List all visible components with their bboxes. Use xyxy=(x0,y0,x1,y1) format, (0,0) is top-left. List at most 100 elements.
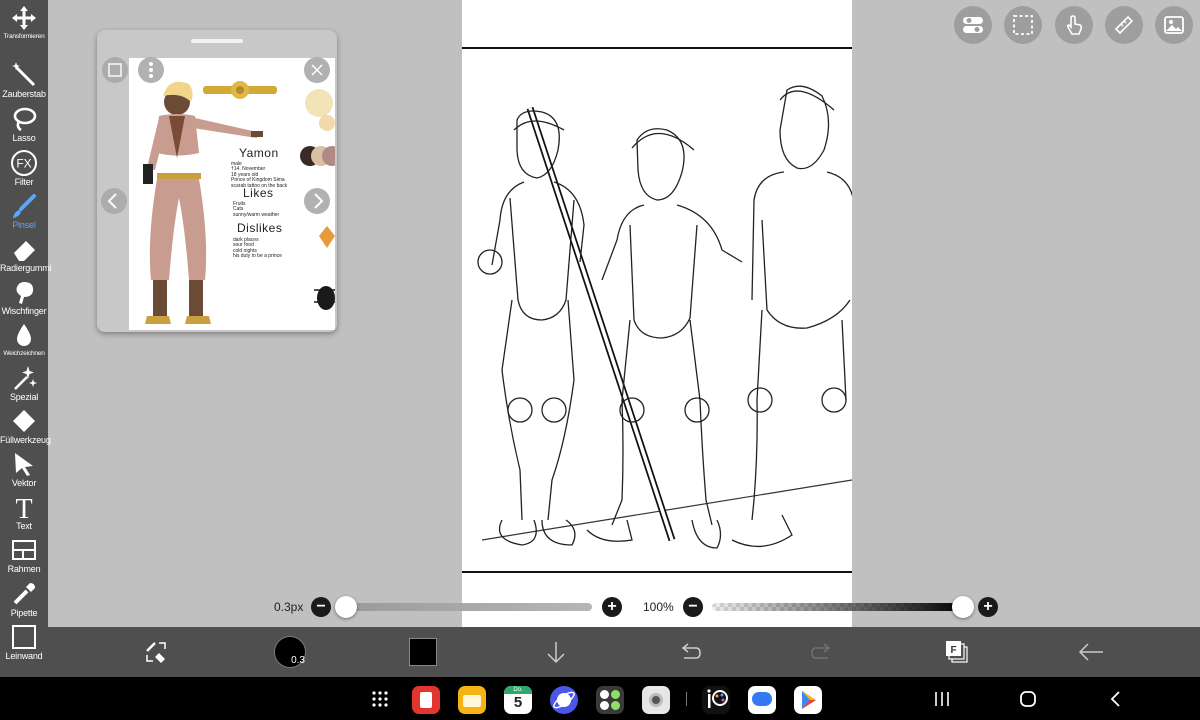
tool-vector[interactable]: Vektor xyxy=(0,446,48,489)
opacity-slider[interactable] xyxy=(712,603,966,611)
undo-button[interactable] xyxy=(664,627,714,677)
brush-settings-button[interactable]: 0.3 xyxy=(265,627,315,677)
recents-icon xyxy=(935,691,949,706)
dock-divider xyxy=(686,692,687,706)
tool-text[interactable]: T Text xyxy=(0,489,48,532)
app-drawer-button[interactable] xyxy=(358,677,402,720)
files-app-icon[interactable] xyxy=(458,686,486,714)
tool-frame[interactable]: Rahmen xyxy=(0,532,48,575)
ref-menu-button[interactable] xyxy=(138,57,164,83)
arrow-left-icon xyxy=(1078,643,1103,661)
drawing-canvas[interactable] xyxy=(462,0,852,627)
browser-app-icon[interactable] xyxy=(550,686,578,714)
play-store-app-icon[interactable] xyxy=(794,686,822,714)
tool-special[interactable]: Spezial xyxy=(0,360,48,403)
reference-image-button[interactable] xyxy=(1155,6,1193,44)
chevron-left-icon xyxy=(107,193,117,209)
ref-details-list: male †14. November 18 years old Prince o… xyxy=(231,161,287,189)
toggle-panel-button[interactable] xyxy=(954,6,992,44)
tool-eyedropper[interactable]: Pipette xyxy=(0,576,48,619)
back-chevron-icon xyxy=(1110,690,1120,707)
tool-canvas[interactable]: Leinwand xyxy=(0,619,48,662)
tool-magic-wand[interactable]: Zauberstab xyxy=(0,57,48,100)
brush-size-indicator: 0.3 xyxy=(274,636,306,668)
fill-bucket-icon xyxy=(13,410,35,432)
canvas-icon xyxy=(12,625,36,649)
notes-app-icon[interactable] xyxy=(412,686,440,714)
messages-app-icon[interactable] xyxy=(748,686,776,714)
current-color-swatch xyxy=(409,638,437,666)
bottom-action-bar: 0.3 F xyxy=(48,627,1200,677)
ref-dislike: his duty to be a prince xyxy=(233,253,282,260)
ref-dislikes-list: dark places sour food cold nights his du… xyxy=(233,237,282,260)
sparkle-icon xyxy=(14,366,37,390)
brush-size-slider-knob[interactable] xyxy=(335,596,357,618)
redo-icon xyxy=(811,643,831,659)
camera-app-icon[interactable] xyxy=(642,686,670,714)
tool-label: Leinwand xyxy=(5,651,43,661)
tool-brush[interactable]: Pinsel xyxy=(0,188,48,231)
tool-blur[interactable]: Weichzeichnen xyxy=(0,317,48,360)
brush-size-slider[interactable] xyxy=(340,603,592,611)
tool-label: Spezial xyxy=(9,392,39,402)
tool-label: Filter xyxy=(14,177,34,187)
lasso-icon xyxy=(13,107,37,132)
calendar-app-icon[interactable]: Do. 5 xyxy=(504,686,532,714)
tool-label: Text xyxy=(16,521,32,531)
ibispaint-app-icon[interactable] xyxy=(702,686,730,714)
toggle-icon xyxy=(963,17,983,33)
ref-prev-button[interactable] xyxy=(101,188,127,214)
selection-icon xyxy=(1013,15,1033,35)
redo-button[interactable] xyxy=(798,627,848,677)
tool-fill[interactable]: Füllwerkzeug xyxy=(0,403,51,446)
eyedropper-icon xyxy=(13,583,35,605)
play-triangle-icon xyxy=(802,691,816,709)
tool-label: Lasso xyxy=(12,133,36,143)
color-picker-button[interactable] xyxy=(398,627,448,677)
reference-window[interactable]: Yamon male †14. November 18 years old Pr… xyxy=(97,30,337,332)
ref-next-button[interactable] xyxy=(304,188,330,214)
layers-button[interactable]: F xyxy=(932,627,982,677)
home-icon xyxy=(1020,690,1036,707)
brush-size-value: 0.3px xyxy=(274,600,304,614)
system-back-button[interactable] xyxy=(1094,677,1138,720)
brush-size-decrease-button[interactable]: − xyxy=(311,597,331,617)
ref-dislikes-title: Dislikes xyxy=(237,221,283,235)
ref-frame-button[interactable] xyxy=(102,57,128,83)
back-button[interactable] xyxy=(1066,627,1116,677)
svg-text:FX: FX xyxy=(16,157,31,171)
ref-likes-title: Likes xyxy=(243,186,274,200)
touch-mode-button[interactable] xyxy=(1055,6,1093,44)
tool-transform[interactable]: Transformieren xyxy=(0,0,48,43)
ref-close-button[interactable] xyxy=(304,57,330,83)
chevron-right-icon xyxy=(314,193,324,209)
tool-filter[interactable]: FX Filter xyxy=(0,145,48,188)
selection-button[interactable] xyxy=(1004,6,1042,44)
brush-eraser-swap-icon xyxy=(146,642,166,663)
undo-icon xyxy=(681,643,701,659)
tool-lasso[interactable]: Lasso xyxy=(0,101,48,144)
home-button[interactable] xyxy=(1006,677,1050,720)
ref-like: sunny/warm weather xyxy=(233,211,280,218)
reference-drag-handle[interactable] xyxy=(191,39,243,43)
eraser-icon xyxy=(14,241,35,261)
tool-label: Füllwerkzeug xyxy=(0,435,51,445)
tool-eraser[interactable]: Radiergummi xyxy=(0,231,52,274)
tool-smudge[interactable]: Wischfinger xyxy=(0,274,48,317)
tool-label: Zauberstab xyxy=(2,89,46,99)
recent-apps-button[interactable] xyxy=(920,677,964,720)
arrow-down-icon xyxy=(547,642,565,664)
save-down-button[interactable] xyxy=(531,627,581,677)
tool-label: Radiergummi xyxy=(0,263,52,273)
calculator-app-icon[interactable] xyxy=(596,686,624,714)
quick-swap-button[interactable] xyxy=(131,627,181,677)
touch-icon xyxy=(1066,15,1083,35)
close-icon xyxy=(311,64,323,76)
opacity-slider-knob[interactable] xyxy=(952,596,974,618)
brush-size-increase-button[interactable]: + xyxy=(602,597,622,617)
opacity-decrease-button[interactable]: − xyxy=(683,597,703,617)
vector-arrow-icon xyxy=(15,453,33,476)
opacity-increase-button[interactable]: + xyxy=(978,597,998,617)
ruler-button[interactable] xyxy=(1105,6,1143,44)
grid-dots-icon xyxy=(372,690,388,707)
